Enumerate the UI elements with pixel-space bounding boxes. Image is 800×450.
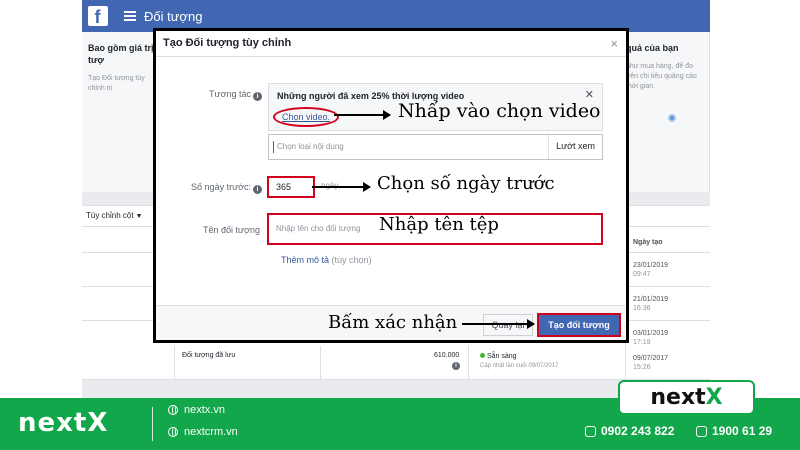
footer-link-nextx[interactable]: nextx.vn: [168, 404, 225, 416]
row-date: 09/07/2017 15:26: [633, 355, 669, 371]
footer-phone-mobile[interactable]: 0902 243 822: [585, 424, 674, 438]
menu-icon[interactable]: [124, 11, 136, 21]
caret-down-icon: ▼: [135, 213, 143, 220]
left-panel-heading: Bao gồm giá trị tượ: [88, 43, 154, 65]
annotation-days: Chọn số ngày trước: [377, 173, 555, 194]
date-created-header[interactable]: Ngày tạo: [633, 239, 663, 246]
phone-icon: [585, 425, 596, 437]
footer-brand: nextX: [18, 408, 109, 438]
footer-divider: [152, 407, 153, 441]
engagement-label: Tương tác i: [182, 89, 262, 101]
status-dot-icon: [480, 353, 485, 358]
right-panel-desc: như mua hàng, để đo trên chi tiêu quảng …: [626, 63, 697, 90]
add-description-link[interactable]: Thêm mô tả (tùy chọn): [281, 255, 372, 265]
footer-link-nextcrm[interactable]: nextcrm.vn: [168, 426, 238, 438]
annotation-arrow: [462, 319, 535, 329]
content-type-input[interactable]: Chọn loại nội dung Lướt xem: [268, 134, 603, 160]
info-icon[interactable]: i: [452, 362, 460, 370]
row-date: 03/01/2019 17:19: [633, 330, 669, 346]
annotation-arrow: [312, 182, 371, 192]
facebook-logo[interactable]: f: [88, 6, 108, 26]
slider-handle[interactable]: [668, 114, 676, 122]
dialog-header: Tạo Đối tượng tùy chỉnh ×: [156, 31, 626, 57]
globe-icon: [168, 405, 178, 415]
left-panel-desc: Tạo Đối tượng tùy chỉnh trị: [88, 75, 145, 92]
annotation-arrow: [334, 110, 391, 120]
audience-name-label: Tên đối tượng: [203, 225, 260, 235]
customize-columns-button[interactable]: Tùy chỉnh cột ▼: [86, 211, 143, 220]
annotation-name: Nhập tên tệp: [379, 214, 499, 235]
row-audience-name: Đối tượng đã lưu: [182, 352, 236, 359]
page-title: Đối tượng: [144, 8, 203, 24]
info-icon[interactable]: i: [253, 185, 262, 194]
row-status: Sẵn sàng Cập nhật lần cuối 09/07/2017: [480, 353, 559, 369]
left-info-panel: Bao gồm giá trị tượ Tạo Đối tượng tùy ch…: [82, 32, 160, 192]
row-date: 23/01/2019 09:47: [633, 262, 669, 278]
annotation-choose-video: Nhấp vào chọn video: [398, 100, 601, 122]
hotline-icon: [696, 425, 707, 437]
dialog-title: Tạo Đối tượng tùy chỉnh: [163, 37, 292, 49]
choose-video-link[interactable]: Chọn video.: [273, 107, 340, 127]
row-audience-size: 610.000: [434, 352, 460, 359]
row-date: 21/01/2019 16:36: [633, 296, 669, 312]
close-icon[interactable]: ×: [610, 36, 618, 51]
content-type-placeholder: Chọn loại nội dung: [277, 142, 344, 151]
globe-icon: [168, 427, 178, 437]
footer-phone-hotline[interactable]: 1900 61 29: [696, 424, 772, 438]
right-panel-heading: quả của bạn: [626, 43, 679, 53]
annotation-confirm: Bấm xác nhận: [328, 312, 458, 333]
browse-button[interactable]: Lướt xem: [548, 135, 602, 159]
days-input[interactable]: 365: [267, 176, 315, 198]
nextx-logo: next X: [618, 380, 755, 415]
back-button[interactable]: Quay lại: [483, 314, 533, 336]
days-label: Số ngày trước: i: [162, 182, 262, 194]
table-row[interactable]: Đối tượng đã lưu 610.000 i Sẵn sàng Cập n…: [82, 346, 710, 380]
info-icon[interactable]: i: [253, 92, 262, 101]
create-audience-button[interactable]: Tạo đối tượng: [537, 313, 621, 337]
right-info-panel: quả của bạn như mua hàng, để đo trên chi…: [622, 32, 710, 192]
audience-name-placeholder: Nhập tên cho đối tượng: [276, 224, 361, 233]
text-caret: [273, 141, 274, 153]
